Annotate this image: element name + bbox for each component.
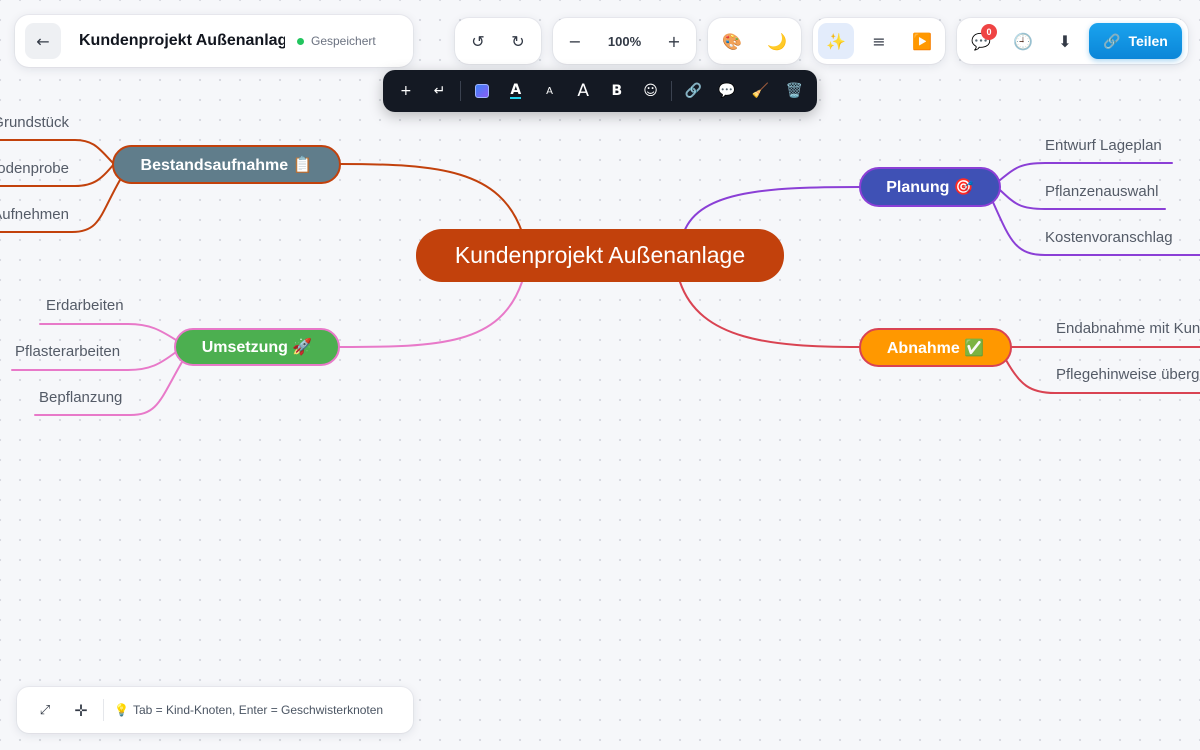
view-controls: ✨ ≡ ▶️ [813, 18, 945, 64]
font-larger-button[interactable]: A [566, 76, 600, 106]
branch-node-umsetzung[interactable]: Umsetzung 🚀 [174, 328, 340, 366]
font-smaller-button[interactable]: A [533, 76, 567, 106]
root-node[interactable]: Kundenprojekt Außenanlage [416, 229, 784, 282]
link-button[interactable]: 🔗 [676, 76, 710, 106]
zoom-controls: − 100% + [553, 18, 696, 64]
fit-view-button[interactable]: ⤢ [27, 692, 63, 728]
magic-layout-button[interactable]: ✨ [818, 23, 854, 59]
present-button[interactable]: ▶️ [904, 23, 940, 59]
arrow-left-icon: ← [36, 31, 50, 51]
theme-button[interactable]: 🎨 [714, 23, 750, 59]
bold-button[interactable]: B [600, 76, 634, 106]
plus-icon: + [667, 31, 681, 51]
palette-icon: 🎨 [722, 31, 742, 51]
node-format-toolbar: + ↵ A A A B ☺ 🔗 💬 🧹 🗑️ [383, 70, 817, 112]
action-controls: 💬 0 🕘 ⬇ 🔗 Teilen [957, 18, 1188, 64]
mindmap-canvas[interactable]: Kundenprojekt Außenanlage Bestandsaufnah… [0, 0, 1200, 750]
edge-umsetzung-1 [39, 323, 177, 341]
color-swatch-icon [475, 84, 490, 98]
edge-root-abnahme [679, 281, 861, 348]
branch-node-abnahme[interactable]: Abnahme ✅ [859, 328, 1012, 367]
leaf-node[interactable]: Grundstück [0, 114, 69, 131]
theme-controls: 🎨 🌙 [708, 18, 801, 64]
font-smaller-icon: A [546, 85, 553, 97]
separator [103, 699, 104, 721]
add-sibling-button[interactable]: ↵ [423, 76, 457, 106]
redo-button[interactable]: ↻ [500, 23, 536, 59]
crosshair-icon: ✛ [74, 700, 88, 720]
separator [460, 81, 462, 101]
save-status-dot [297, 37, 304, 45]
zoom-level[interactable]: 100% [595, 34, 655, 49]
branch-node-planung[interactable]: Planung 🎯 [859, 167, 1001, 207]
text-color-icon: A [510, 82, 522, 99]
share-label: Teilen [1128, 33, 1168, 49]
edge-root-bestand [339, 163, 523, 233]
back-button[interactable]: ← [25, 23, 61, 59]
leaf-node[interactable]: Bodenprobe [0, 160, 69, 177]
edge-root-umsetzung [339, 281, 523, 348]
emoji-button[interactable]: ☺ [634, 76, 668, 106]
list-icon: ≡ [872, 31, 886, 51]
plus-icon: + [399, 83, 412, 99]
dark-mode-button[interactable]: 🌙 [759, 23, 795, 59]
clock-icon: 🕘 [1013, 31, 1033, 51]
play-icon: ▶️ [912, 31, 932, 51]
download-button[interactable]: ⬇ [1047, 23, 1083, 59]
add-child-button[interactable]: + [389, 76, 423, 106]
text-color-button[interactable]: A [499, 76, 533, 106]
link-icon: 🔗 [684, 83, 702, 99]
edge-root-planung [683, 186, 861, 233]
leaf-node[interactable]: Entwurf Lageplan [1045, 137, 1162, 154]
zoom-in-button[interactable]: + [656, 23, 692, 59]
minus-icon: − [568, 31, 582, 51]
font-larger-icon: A [577, 81, 589, 101]
branch-node-bestandsaufnahme[interactable]: Bestandsaufnahme 📋 [112, 145, 341, 184]
undo-icon: ↺ [471, 31, 485, 51]
clear-format-button[interactable]: 🧹 [744, 76, 778, 106]
zoom-out-button[interactable]: − [557, 23, 593, 59]
leaf-node[interactable]: Aufnehmen [0, 206, 69, 223]
comments-count-badge: 0 [981, 24, 997, 40]
document-title[interactable]: Kundenprojekt Außenanlage [79, 32, 285, 50]
center-view-button[interactable]: ✛ [63, 692, 99, 728]
speech-bubble-icon: 💬 [718, 83, 736, 99]
title-panel: ← Kundenprojekt Außenanlage Gespeichert [15, 15, 413, 67]
sparkles-icon: ✨ [826, 31, 846, 51]
smiley-icon: ☺ [643, 83, 658, 99]
share-button[interactable]: 🔗 Teilen [1089, 23, 1182, 59]
edge-planung-1 [999, 162, 1173, 181]
history-button[interactable]: 🕘 [1005, 23, 1041, 59]
bold-icon: B [611, 83, 623, 99]
leaf-node[interactable]: Endabnahme mit Kunde [1056, 320, 1200, 337]
comment-button[interactable]: 💬 [710, 76, 744, 106]
leaf-node[interactable]: Bepflanzung [39, 389, 122, 406]
outline-view-button[interactable]: ≡ [861, 23, 897, 59]
leaf-node[interactable]: Kostenvoranschlag [1045, 229, 1173, 246]
keyboard-hint: Tab = Kind-Knoten, Enter = Geschwisterkn… [132, 703, 384, 717]
return-icon: ↵ [433, 83, 446, 99]
leaf-node[interactable]: Pflasterarbeiten [15, 343, 120, 360]
hint-panel: ⤢ ✛ 💡 Tab = Kind-Knoten, Enter = Geschwi… [17, 687, 413, 733]
lightbulb-icon: 💡 [114, 703, 129, 717]
leaf-node[interactable]: Erdarbeiten [46, 297, 124, 314]
download-icon: ⬇ [1058, 31, 1072, 51]
delete-node-button[interactable]: 🗑️ [777, 76, 811, 106]
separator [671, 81, 673, 101]
save-status-label: Gespeichert [311, 34, 376, 48]
node-color-button[interactable] [465, 76, 499, 106]
moon-icon: 🌙 [767, 31, 787, 51]
edge-layer [0, 139, 1200, 416]
trash-icon: 🗑️ [785, 83, 803, 99]
broom-icon: 🧹 [751, 83, 770, 99]
leaf-node[interactable]: Pflegehinweise übergeben [1056, 366, 1200, 383]
save-status: Gespeichert [297, 34, 376, 48]
history-controls: ↺ ↻ [455, 18, 541, 64]
redo-icon: ↻ [511, 31, 525, 51]
link-icon: 🔗 [1103, 32, 1121, 49]
undo-button[interactable]: ↺ [460, 23, 496, 59]
leaf-node[interactable]: Pflanzenauswahl [1045, 183, 1158, 200]
comments-button[interactable]: 💬 0 [963, 23, 999, 59]
expand-icon: ⤢ [39, 702, 51, 718]
